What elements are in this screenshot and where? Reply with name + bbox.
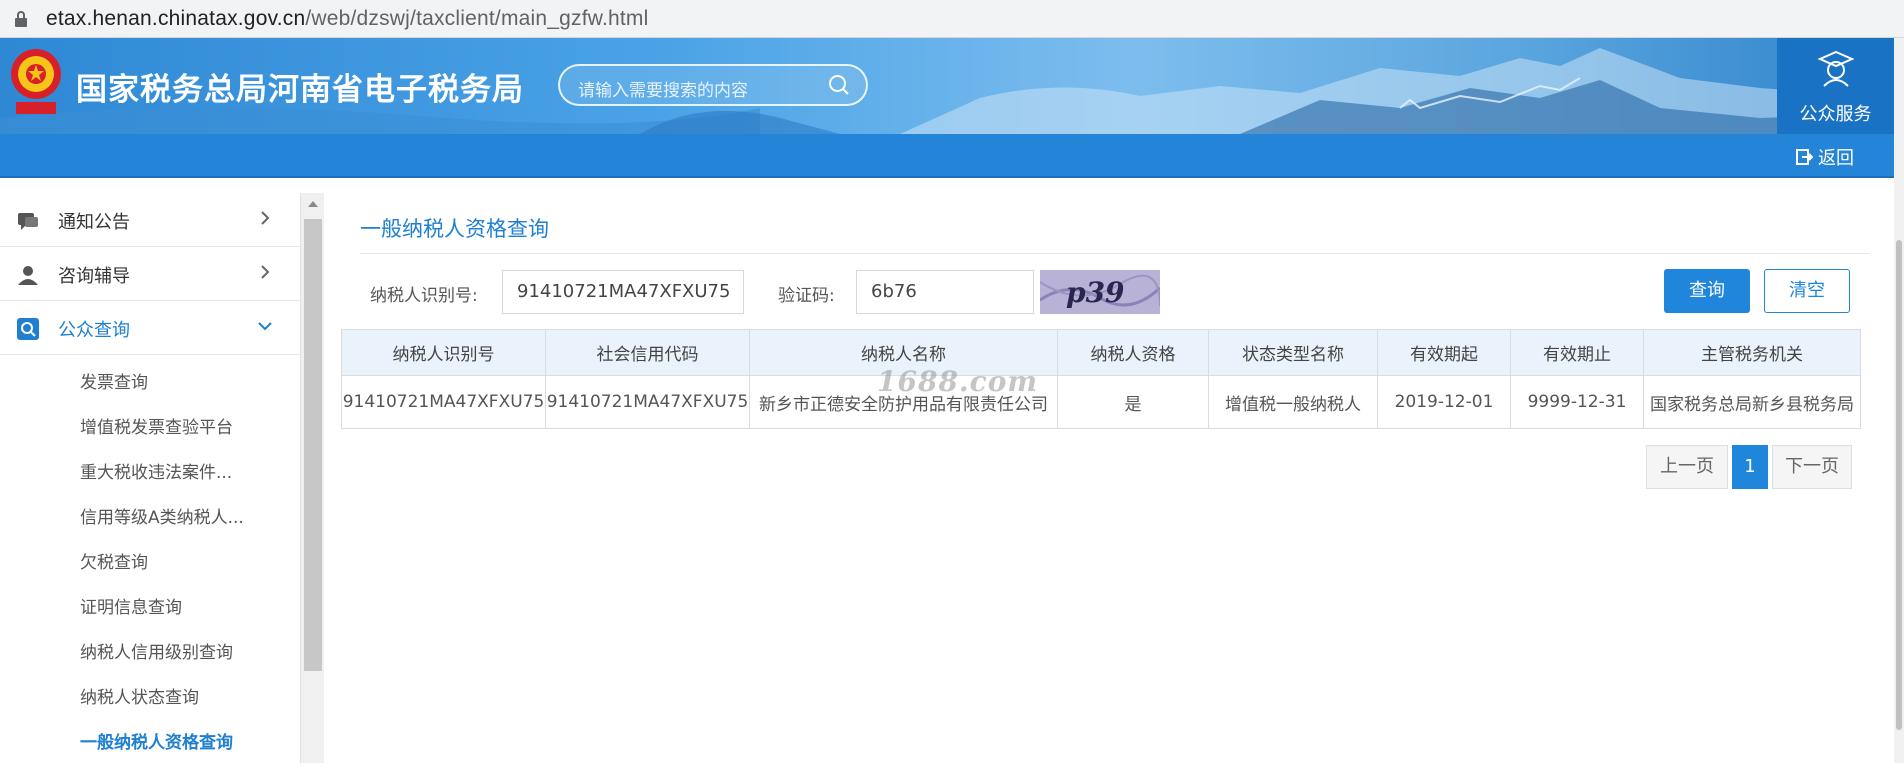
search-icon[interactable] [828,74,850,96]
sidebar-item-consult[interactable]: 咨询辅导 [0,247,300,301]
column-header: 有效期止 [1510,329,1644,376]
column-header: 主管税务机关 [1643,329,1861,376]
table-cell: 9999-12-31 [1510,375,1644,429]
column-header: 纳税人识别号 [341,329,546,376]
submenu-item[interactable]: 重大税收违法案件... [0,451,300,496]
divider [360,253,1870,254]
query-button[interactable]: 查询 [1664,269,1750,313]
lock-icon [14,10,28,27]
graduate-user-icon [1817,50,1855,87]
search-icon [17,318,39,340]
main-content: 一般纳税人资格查询 纳税人识别号: 91410721MA47XFXU75 验证码… [326,193,1894,763]
column-header: 社会信用代码 [545,329,750,376]
table-row[interactable]: 91410721MA47XFXU75 91410721MA47XFXU75 新乡… [341,375,1861,429]
results-table: 纳税人识别号 社会信用代码 纳税人名称 纳税人资格 状态类型名称 有效期起 有效… [341,329,1861,429]
clear-button[interactable]: 清空 [1764,269,1850,313]
tax-emblem-logo [11,49,61,114]
table-cell: 是 [1057,375,1209,429]
table-cell: 91410721MA47XFXU75 [341,375,546,429]
chat-bubble-icon [18,213,38,230]
sidebar-item-public-query[interactable]: 公众查询 [0,301,300,355]
page-scrollbar-thumb[interactable] [1896,240,1902,730]
table-header-row: 纳税人识别号 社会信用代码 纳税人名称 纳税人资格 状态类型名称 有效期起 有效… [341,329,1861,376]
column-header: 纳税人资格 [1057,329,1209,376]
sidebar-item-label: 公众查询 [58,320,130,341]
chevron-right-icon [261,211,270,225]
sidebar-item-label: 通知公告 [58,212,130,233]
search-input[interactable]: 请输入需要搜索的内容 [558,64,868,106]
column-header: 有效期起 [1377,329,1511,376]
site-title: 国家税务总局河南省电子税务局 [76,72,524,108]
submenu-item-active[interactable]: 一般纳税人资格查询 [0,721,300,766]
captcha-image[interactable]: p39 [1040,270,1160,314]
nav-strip: 返回 [0,134,1894,178]
watermark-text: 1688.com [877,365,1039,398]
user-consult-icon [18,266,38,285]
chevron-right-icon [261,265,270,279]
back-label: 返回 [1818,148,1854,169]
public-service-label: 公众服务 [1799,104,1872,125]
scroll-up-arrow-icon[interactable] [308,201,318,207]
sidebar: 通知公告 咨询辅导 公众查询 发票查询 增值税发票查验平台 重大税收违法案件..… [0,193,300,763]
submenu-item[interactable]: 信用等级A类纳税人... [0,496,300,541]
table-cell: 91410721MA47XFXU75 [545,375,750,429]
column-header: 状态类型名称 [1208,329,1378,376]
browser-address-bar[interactable]: etax.henan.chinatax.gov.cn/web/dzswj/tax… [0,0,1904,38]
taxpayer-id-input[interactable]: 91410721MA47XFXU75 [502,270,744,314]
search-placeholder: 请输入需要搜索的内容 [578,81,748,101]
public-service-button[interactable]: 公众服务 [1777,38,1894,134]
sidebar-scrollbar-thumb[interactable] [304,219,322,671]
prev-page-button[interactable]: 上一页 [1646,445,1728,489]
back-button[interactable]: 返回 [1795,144,1854,170]
sidebar-scrollbar[interactable] [300,193,324,763]
next-page-button[interactable]: 下一页 [1772,445,1852,489]
site-header: 国家税务总局河南省电子税务局 请输入需要搜索的内容 公众服务 [0,38,1894,134]
submenu-item[interactable]: 纳税人信用级别查询 [0,631,300,676]
submenu-item[interactable]: 纳税人状态查询 [0,676,300,721]
exit-icon [1796,149,1813,165]
table-cell: 国家税务总局新乡县税务局 [1643,375,1861,429]
captcha-input[interactable]: 6b76 [856,270,1034,314]
submenu-item[interactable]: 发票查询 [0,361,300,406]
captcha-text: p39 [1066,276,1125,309]
table-cell: 增值税一般纳税人 [1208,375,1378,429]
sidebar-item-label: 咨询辅导 [58,266,130,287]
chevron-down-icon [258,322,272,331]
current-page-button[interactable]: 1 [1732,445,1768,489]
captcha-label: 验证码: [778,286,835,306]
submenu-item[interactable]: 欠税查询 [0,541,300,586]
submenu-item[interactable]: 证明信息查询 [0,586,300,631]
page-title: 一般纳税人资格查询 [360,217,549,241]
url-text[interactable]: etax.henan.chinatax.gov.cn/web/dzswj/tax… [46,7,648,31]
table-cell: 2019-12-01 [1377,375,1511,429]
taxpayer-id-label: 纳税人识别号: [370,286,478,306]
submenu-item[interactable]: 增值税发票查验平台 [0,406,300,451]
sidebar-item-notices[interactable]: 通知公告 [0,193,300,247]
